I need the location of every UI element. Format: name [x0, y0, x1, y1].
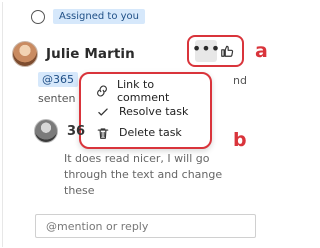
comment-header: Julie Martin	[12, 41, 135, 67]
more-actions-button[interactable]: •••	[191, 39, 221, 62]
comment-author: Julie Martin	[46, 46, 135, 62]
menu-item-label: Delete task	[119, 126, 182, 139]
comment-text-fragment: nd	[233, 74, 247, 87]
checkmark-icon	[95, 105, 111, 119]
reply-author: 36	[67, 123, 86, 139]
ellipsis-icon: •••	[191, 39, 221, 58]
menu-item-resolve-task[interactable]: Resolve task	[87, 101, 204, 122]
menu-item-label: Link to comment	[117, 77, 170, 104]
callout-label-a: a	[255, 40, 268, 62]
task-complete-radio[interactable]	[31, 9, 45, 24]
reply-input[interactable]	[35, 214, 256, 238]
assigned-badge: Assigned to you	[53, 9, 145, 24]
thumbs-up-icon	[220, 45, 233, 57]
trash-icon	[95, 126, 111, 140]
menu-item-link-to-comment[interactable]: Link to comment	[87, 77, 204, 104]
menu-item-delete-task[interactable]: Delete task	[87, 122, 204, 143]
mention-text[interactable]: @365	[38, 72, 78, 87]
avatar	[12, 41, 38, 67]
reply-text: It does read nicer, I will go through th…	[64, 152, 223, 197]
callout-label-b: b	[233, 129, 247, 151]
menu-item-label: Resolve task	[119, 105, 189, 118]
comment-panel: Assigned to you Julie Martin ••• @365 nd…	[2, 2, 256, 247]
link-icon	[95, 84, 109, 98]
comment-context-menu: Link to comment Resolve task Delete task	[79, 72, 212, 149]
reply-header: 36	[34, 119, 85, 143]
avatar	[34, 119, 58, 143]
comment-actions-group: •••	[187, 35, 244, 67]
comment-text-fragment: senten	[38, 92, 76, 105]
assigned-row: Assigned to you	[31, 9, 145, 24]
